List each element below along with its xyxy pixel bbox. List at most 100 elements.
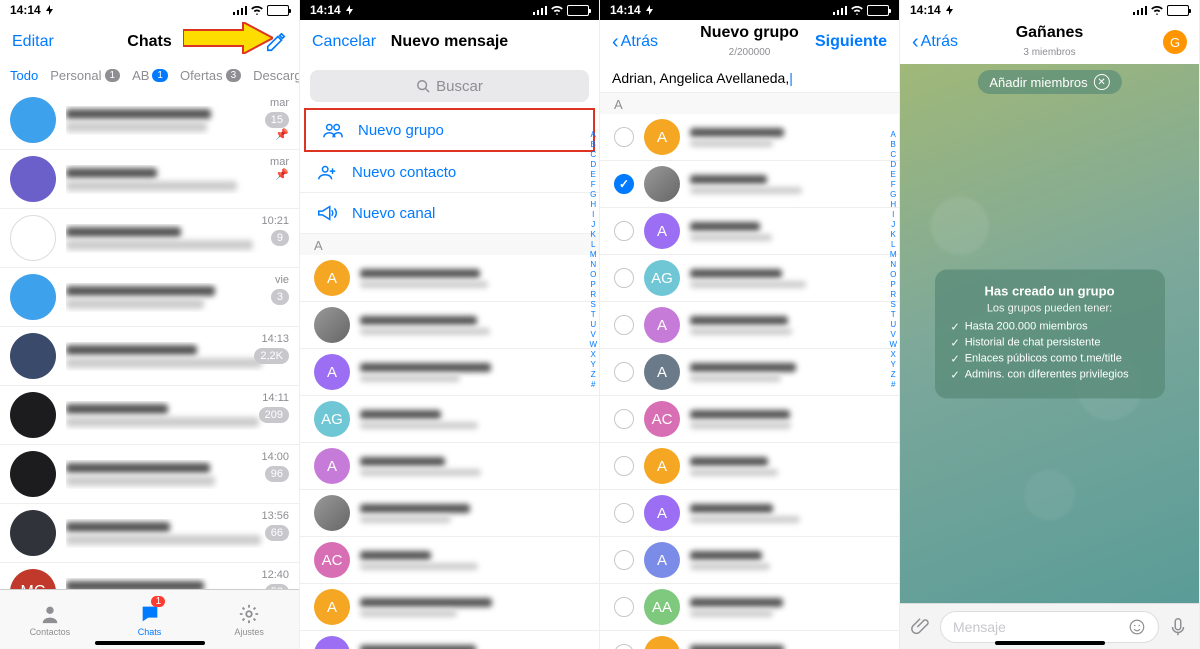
- status-time: 14:14: [10, 3, 55, 17]
- arrow-annotation: [183, 22, 273, 54]
- radio[interactable]: [614, 550, 634, 570]
- tab-settings[interactable]: Ajustes: [199, 590, 299, 649]
- nav-bar: ‹Atrás Nuevo grupo2/200000 Siguiente: [600, 20, 899, 64]
- option-contact[interactable]: Nuevo contacto: [300, 152, 599, 193]
- contact-row[interactable]: A: [600, 349, 899, 396]
- search-icon: [416, 79, 430, 93]
- tab-bar: Contactos 1 Chats Ajustes: [0, 589, 299, 649]
- nav-title: Nuevo grupo2/200000: [700, 24, 799, 59]
- chat-row[interactable]: mar15📌: [0, 91, 299, 150]
- alpha-index[interactable]: ABCDEFGHIJKLMNOPRSTUVWXYZ#: [889, 130, 897, 389]
- contact-row[interactable]: A: [600, 537, 899, 584]
- status-bar: 14:14: [300, 0, 599, 20]
- section-header: A: [300, 234, 599, 255]
- edit-button[interactable]: Editar: [12, 33, 54, 51]
- chat-row[interactable]: 13:5666: [0, 504, 299, 563]
- radio[interactable]: [614, 127, 634, 147]
- contact-row[interactable]: AA: [600, 584, 899, 631]
- attach-icon[interactable]: [910, 616, 932, 638]
- radio[interactable]: [614, 644, 634, 649]
- screen-new-message: 14:14 Cancelar Nuevo mensaje Buscar Nuev…: [300, 0, 600, 649]
- contact-row[interactable]: [300, 302, 599, 349]
- radio[interactable]: [614, 409, 634, 429]
- feature-item: Admins. con diferentes privilegios: [951, 368, 1149, 381]
- contact-row[interactable]: AG: [600, 255, 899, 302]
- card-subtitle: Los grupos pueden tener:: [951, 302, 1149, 314]
- message-input[interactable]: Mensaje: [940, 611, 1159, 643]
- contact-row[interactable]: A: [600, 631, 899, 649]
- contact-row[interactable]: A: [300, 443, 599, 490]
- filter-tab[interactable]: Personal1: [50, 68, 120, 83]
- home-indicator: [995, 641, 1105, 645]
- radio[interactable]: [614, 456, 634, 476]
- radio[interactable]: [614, 221, 634, 241]
- contact-row[interactable]: AC: [600, 396, 899, 443]
- nav-bar: ‹Atrás Gañanes3 miembros G: [900, 20, 1199, 64]
- radio[interactable]: [614, 362, 634, 382]
- contact-row[interactable]: A: [300, 584, 599, 631]
- contact-row[interactable]: A: [600, 490, 899, 537]
- next-button[interactable]: Siguiente: [815, 33, 887, 51]
- filter-tab[interactable]: Ofertas3: [180, 68, 241, 83]
- cancel-button[interactable]: Cancelar: [312, 33, 376, 51]
- group-avatar[interactable]: G: [1163, 30, 1187, 54]
- add-members-pill[interactable]: Añadir miembros✕: [977, 70, 1121, 94]
- contact-row[interactable]: AG: [300, 396, 599, 443]
- contact-icon: [38, 603, 62, 625]
- chat-row[interactable]: 14:0096: [0, 445, 299, 504]
- signal-icon: [233, 5, 247, 15]
- contact-row[interactable]: AC: [300, 537, 599, 584]
- back-button[interactable]: ‹Atrás: [612, 32, 658, 52]
- tab-contacts[interactable]: Contactos: [0, 590, 100, 649]
- home-indicator: [95, 641, 205, 645]
- option-channel[interactable]: Nuevo canal: [300, 193, 599, 234]
- options-list: Nuevo grupoNuevo contactoNuevo canal: [300, 108, 599, 234]
- chevron-left-icon: ‹: [612, 32, 619, 52]
- radio[interactable]: [614, 174, 634, 194]
- back-button[interactable]: ‹Atrás: [912, 32, 958, 52]
- chat-row[interactable]: 14:11209: [0, 386, 299, 445]
- radio[interactable]: [614, 268, 634, 288]
- chat-background: Añadir miembros✕ Has creado un grupo Los…: [900, 64, 1199, 603]
- option-group[interactable]: Nuevo grupo: [304, 108, 595, 152]
- gear-icon: [237, 603, 261, 625]
- selected-contacts[interactable]: Adrian, Angelica Avellaneda,|: [600, 64, 899, 93]
- chat-list: mar15📌mar📌10:219vie314:132,2K14:1120914:…: [0, 91, 299, 622]
- chat-row[interactable]: mar📌: [0, 150, 299, 209]
- contact-row[interactable]: A: [600, 443, 899, 490]
- nav-bar: Cancelar Nuevo mensaje: [300, 20, 599, 64]
- contact-row[interactable]: [600, 161, 899, 208]
- sticker-icon[interactable]: [1128, 618, 1146, 636]
- contact-list: AAAGAACAAAAAAmir - Gema: [300, 255, 599, 649]
- contact-row[interactable]: A: [600, 208, 899, 255]
- radio[interactable]: [614, 597, 634, 617]
- info-card: Has creado un grupo Los grupos pueden te…: [935, 269, 1165, 398]
- contact-row[interactable]: A: [300, 349, 599, 396]
- status-bar: 14:14: [0, 0, 299, 20]
- contact-row[interactable]: A: [300, 631, 599, 649]
- chat-row[interactable]: vie3: [0, 268, 299, 327]
- chat-row[interactable]: 10:219: [0, 209, 299, 268]
- contact-row[interactable]: A: [600, 302, 899, 349]
- search-input[interactable]: Buscar: [310, 70, 589, 102]
- contact-row[interactable]: A: [600, 114, 899, 161]
- mic-icon[interactable]: [1167, 616, 1189, 638]
- screen-group-created: 14:14 ‹Atrás Gañanes3 miembros G Añadir …: [900, 0, 1200, 649]
- alpha-index[interactable]: ABCDEFGHIJKLMNOPRSTUVWXYZ#: [589, 130, 597, 389]
- nav-title: Chats: [127, 33, 171, 51]
- section-header: A: [600, 93, 899, 114]
- filter-tabs: Todo Personal1 AB1 Ofertas3 Descarga: [0, 64, 299, 91]
- contact-row[interactable]: [300, 490, 599, 537]
- feature-item: Hasta 200.000 miembros: [951, 320, 1149, 333]
- radio[interactable]: [614, 315, 634, 335]
- chat-row[interactable]: 14:132,2K: [0, 327, 299, 386]
- feature-list: Hasta 200.000 miembros Historial de chat …: [951, 320, 1149, 381]
- filter-tab[interactable]: Todo: [10, 68, 38, 83]
- close-icon[interactable]: ✕: [1094, 74, 1110, 90]
- filter-tab[interactable]: Descarga: [253, 68, 299, 83]
- radio[interactable]: [614, 503, 634, 523]
- filter-tab[interactable]: AB1: [132, 68, 168, 83]
- contact-row[interactable]: A: [300, 255, 599, 302]
- feature-item: Historial de chat persistente: [951, 336, 1149, 349]
- chevron-left-icon: ‹: [912, 32, 919, 52]
